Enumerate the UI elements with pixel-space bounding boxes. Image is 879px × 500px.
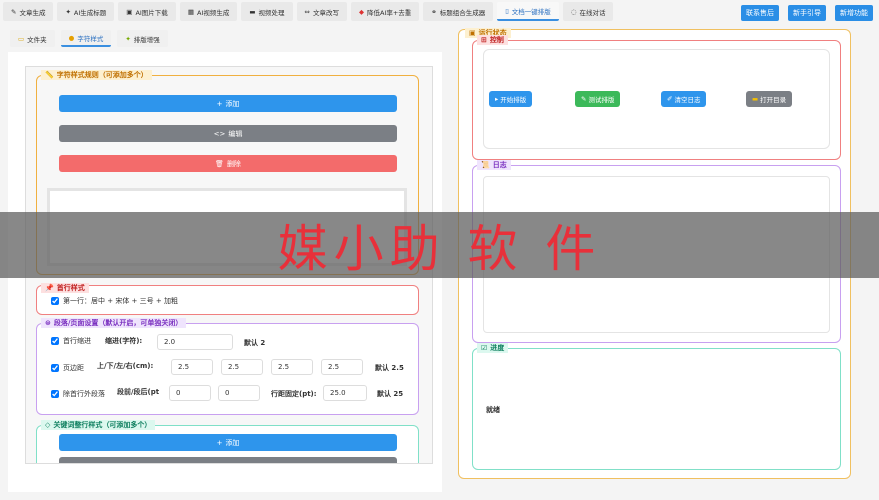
brush-icon: ✎ xyxy=(581,95,587,103)
code-icon: <> xyxy=(213,129,226,138)
progress-status: 就绪 xyxy=(486,406,500,414)
keyword-group: ◇ 关键词整行样式（可添加多个） + 添加 xyxy=(36,420,419,463)
margin-label: 上/下/左/右(cm): xyxy=(97,362,154,370)
guide-button[interactable]: 新手引导 xyxy=(788,5,826,21)
margin-top-input[interactable]: 2.5 xyxy=(171,359,213,375)
indent-default: 默认 2 xyxy=(244,339,266,347)
margin-right-input[interactable]: 2.5 xyxy=(321,359,363,375)
play-icon: ▸ xyxy=(495,95,499,103)
tab-ai-image[interactable]: ▣ AI图片下载 xyxy=(118,2,176,21)
spacing-checkbox[interactable] xyxy=(51,390,59,398)
grid-icon: ⊞ xyxy=(481,36,487,44)
margin-left-input[interactable]: 2.5 xyxy=(271,359,313,375)
sub-tab-bar: ▭ 文件夹 ● 字符样式 ✦ 排版增强 xyxy=(10,30,168,47)
space-before-input[interactable]: 0 xyxy=(169,385,211,401)
test-format-button[interactable]: ✎ 测试排版 xyxy=(575,91,621,107)
subtab-char-style[interactable]: ● 字符样式 xyxy=(60,30,112,47)
chat-icon: ◌ xyxy=(570,7,577,16)
ruler-icon: 📏 xyxy=(45,71,54,79)
video-icon: ▦ xyxy=(187,7,194,16)
folder-icon: ▭ xyxy=(18,34,25,43)
checkbox-icon: ☑ xyxy=(481,344,488,352)
contact-support-button[interactable]: 联系售后 xyxy=(741,5,779,21)
line-spacing-label: 行距固定(pt): xyxy=(271,390,317,398)
shield-icon: ◆ xyxy=(358,7,364,16)
spacing-label: 段前/段后(pt xyxy=(117,388,160,396)
pin-icon: 📌 xyxy=(45,284,54,292)
line-spacing-default: 默认 25 xyxy=(377,390,404,398)
doc-icon: ▯ xyxy=(505,6,509,15)
folder-icon: ▬ xyxy=(752,95,759,103)
watermark-banner: 媒小助 软 件 xyxy=(0,212,879,278)
margin-checkbox[interactable] xyxy=(51,364,59,372)
first-line-group: 📌 首行样式 第一行：居中 + 宋体 + 三号 + 加粗 xyxy=(36,283,419,315)
trash-icon: 🗑 xyxy=(215,159,224,168)
control-group: ⊞ 控制 ▸ 开始排版 ✎ 测试排版 ✐ 清空日志 ▬ 打开目录 xyxy=(472,35,841,160)
tab-online-chat[interactable]: ◌ 在线对话 xyxy=(562,2,614,21)
edit-rule-button[interactable]: <> 编辑 xyxy=(59,125,397,142)
tab-doc-format[interactable]: ▯ 文档一键排版 xyxy=(497,2,559,21)
edit-keyword-button[interactable] xyxy=(59,457,397,463)
bulb-icon: ✦ xyxy=(125,34,131,43)
new-features-button[interactable]: 新增功能 xyxy=(835,5,873,21)
tab-ai-title[interactable]: ✦ AI生成标题 xyxy=(57,2,115,21)
broom-icon: ✐ xyxy=(667,95,673,103)
indent-input[interactable]: 2.0 xyxy=(157,334,233,350)
indent-checkbox[interactable] xyxy=(51,337,59,345)
add-keyword-button[interactable]: + 添加 xyxy=(59,434,397,451)
delete-rule-button[interactable]: 🗑 删除 xyxy=(59,155,397,172)
chart-icon: ▣ xyxy=(469,29,476,37)
tab-title-combo[interactable]: ⚭ 标题组合生成器 xyxy=(423,2,494,21)
palette-icon: ● xyxy=(68,33,75,42)
subtab-folder[interactable]: ▭ 文件夹 xyxy=(10,30,55,47)
tab-rewrite[interactable]: ⇔ 文章改写 xyxy=(296,2,347,21)
indent-label: 缩进(字符): xyxy=(105,337,143,345)
subtab-enhance[interactable]: ✦ 排版增强 xyxy=(117,30,168,47)
top-tab-bar: ✎ 文章生成 ✦ AI生成标题 ▣ AI图片下载 ▦ AI视频生成 ▬ 视频处理 ⇔ 文章改… xyxy=(0,2,614,22)
line-spacing-input[interactable]: 25.0 xyxy=(323,385,367,401)
film-icon: ▬ xyxy=(249,7,256,16)
tab-video-process[interactable]: ▬ 视频处理 xyxy=(241,2,293,21)
settings-icon: ⊜ xyxy=(45,319,51,327)
code-icon: ⇔ xyxy=(304,7,310,16)
progress-group: ☑ 进度 就绪 xyxy=(472,343,841,470)
scroll-icon: 📜 xyxy=(481,161,490,169)
margin-bottom-input[interactable]: 2.5 xyxy=(221,359,263,375)
margin-default: 默认 2.5 xyxy=(375,364,404,372)
image-icon: ▣ xyxy=(126,7,133,16)
tab-article-gen[interactable]: ✎ 文章生成 xyxy=(3,2,54,21)
space-after-input[interactable]: 0 xyxy=(218,385,260,401)
add-rule-button[interactable]: + 添加 xyxy=(59,95,397,112)
open-folder-button[interactable]: ▬ 打开目录 xyxy=(746,91,793,107)
paragraph-group: ⊜ 段落/页面设置（默认开启，可单独关闭） 首行缩进 缩进(字符): 2.0 默认… xyxy=(36,318,419,415)
plus-icon: + xyxy=(216,438,223,447)
bulb-icon: ✦ xyxy=(65,7,71,16)
link-icon: ⚭ xyxy=(431,7,437,16)
start-format-button[interactable]: ▸ 开始排版 xyxy=(489,91,533,107)
tag-icon: ◇ xyxy=(45,421,51,429)
tab-reduce-ai[interactable]: ◆ 降低AI率+去重 xyxy=(350,2,420,21)
plus-icon: + xyxy=(216,99,223,108)
first-line-checkbox[interactable] xyxy=(51,297,59,305)
edit-icon: ✎ xyxy=(11,7,17,16)
clear-log-button[interactable]: ✐ 清空日志 xyxy=(661,91,707,107)
tab-ai-video[interactable]: ▦ AI视频生成 xyxy=(179,2,238,21)
